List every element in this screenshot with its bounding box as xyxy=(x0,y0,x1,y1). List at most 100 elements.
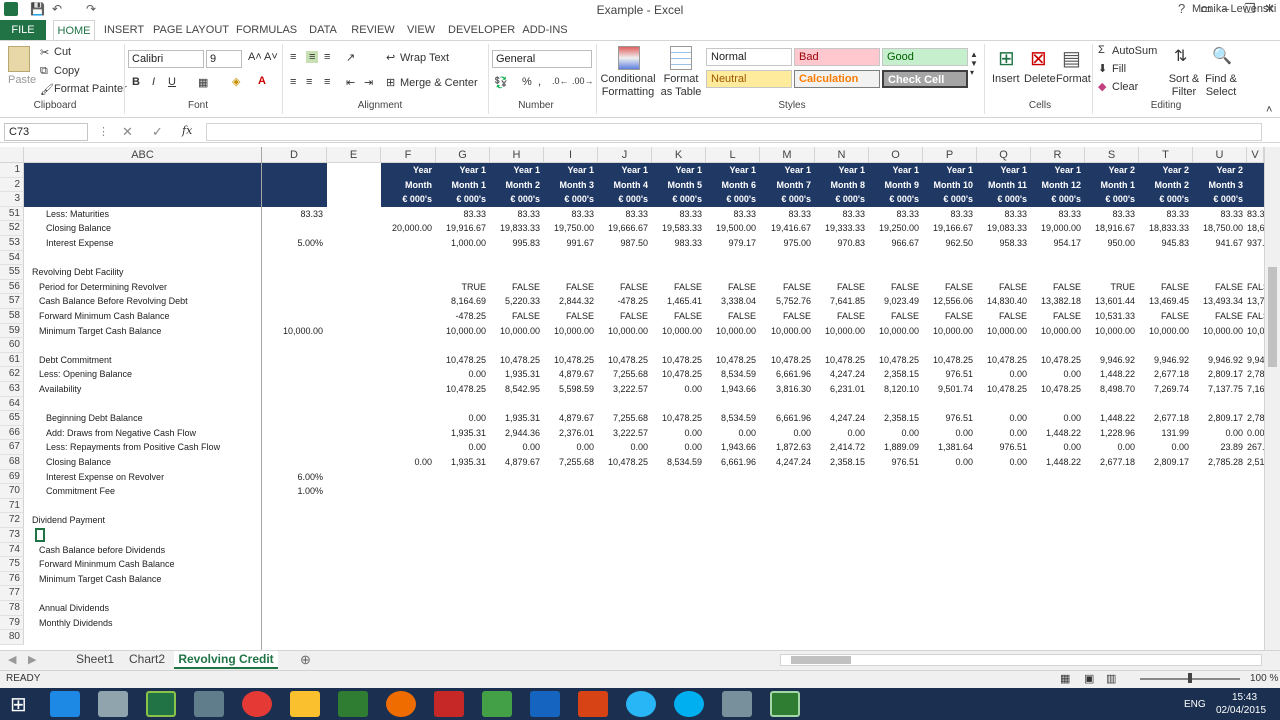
cell-e[interactable] xyxy=(262,572,327,587)
merge-center-button[interactable]: Merge & Center xyxy=(400,77,478,89)
data-cell[interactable]: 976.51 xyxy=(977,440,1031,455)
data-cell[interactable]: 83.33 xyxy=(652,207,706,222)
data-cell[interactable]: 2,944.36 xyxy=(490,426,544,441)
data-cell[interactable]: 976.51 xyxy=(923,367,977,382)
data-cell[interactable]: 962.50 xyxy=(923,236,977,251)
data-cell[interactable]: FALSE xyxy=(977,309,1031,324)
data-cell[interactable]: 3,222.57 xyxy=(598,426,652,441)
row-label[interactable]: Less: Opening Balance xyxy=(24,367,262,382)
row-label[interactable]: Forward Minimum Cash Balance xyxy=(24,309,262,324)
sort-filter-button[interactable]: Sort & Filter xyxy=(1166,73,1202,99)
data-cell[interactable]: 954.17 xyxy=(1031,236,1085,251)
data-cell[interactable]: 2,376.01 xyxy=(544,426,598,441)
copy-icon[interactable]: ⧉ xyxy=(40,65,48,78)
row-header[interactable]: 75 xyxy=(0,557,24,572)
data-cell[interactable]: 0.00 xyxy=(436,440,490,455)
data-cell[interactable]: 83.33 xyxy=(869,207,923,222)
windows-start-icon[interactable]: ⊞ xyxy=(10,692,27,717)
data-cell[interactable]: 976.51 xyxy=(923,411,977,426)
conditional-formatting-icon[interactable] xyxy=(618,46,640,70)
data-cell[interactable]: 10,000.00 xyxy=(977,324,1031,339)
format-cells-icon[interactable]: ▤ xyxy=(1062,46,1081,71)
increase-decimal-icon[interactable]: .0← xyxy=(552,76,569,86)
row-header[interactable]: 56 xyxy=(0,279,24,295)
data-cell[interactable]: 958.33 xyxy=(977,236,1031,251)
data-cell[interactable]: FALSE xyxy=(1139,309,1193,324)
data-cell[interactable]: 4,247.24 xyxy=(815,367,869,382)
cell-f[interactable] xyxy=(381,616,436,631)
data-cell[interactable]: 19,083.33 xyxy=(977,221,1031,236)
data-cell[interactable]: 23.89 xyxy=(1193,440,1247,455)
row-header[interactable]: 3 xyxy=(0,192,24,207)
data-cell[interactable]: 83.33 xyxy=(598,207,652,222)
cell-f[interactable] xyxy=(381,557,436,572)
data-cell[interactable]: 13,761.12 xyxy=(1247,294,1264,309)
format-painter-icon[interactable]: 🖌 xyxy=(40,83,54,96)
data-cell[interactable]: 0.00 xyxy=(652,382,706,397)
tab-view[interactable]: VIEW xyxy=(404,20,438,40)
tab-formulas[interactable]: FORMULAS xyxy=(236,20,297,40)
format-as-table-icon[interactable] xyxy=(670,46,692,70)
data-cell[interactable]: 0.00 xyxy=(436,411,490,426)
column-header[interactable]: R xyxy=(1031,147,1085,163)
insert-cells-icon[interactable]: ⊞ xyxy=(998,46,1015,71)
data-cell[interactable]: 0.00 xyxy=(923,455,977,470)
style-normal[interactable]: Normal xyxy=(706,48,792,66)
cell-e[interactable] xyxy=(262,426,327,441)
collapse-ribbon-icon[interactable]: ˄ xyxy=(1266,104,1272,116)
help-icon[interactable]: ? xyxy=(1178,1,1185,16)
cell-f[interactable] xyxy=(381,572,436,587)
find-select-button[interactable]: Find & Select xyxy=(1202,73,1240,99)
comma-icon[interactable]: , xyxy=(538,76,541,88)
data-cell[interactable]: 2,785.28 xyxy=(1247,411,1264,426)
data-cell[interactable]: 1,935.31 xyxy=(436,426,490,441)
data-cell[interactable]: 12,556.06 xyxy=(923,294,977,309)
cell-f[interactable] xyxy=(381,294,436,309)
delete-cells-button[interactable]: Delete xyxy=(1024,73,1056,85)
data-cell[interactable]: 9,946.92 xyxy=(1085,353,1139,368)
cell-e[interactable] xyxy=(262,455,327,470)
data-cell[interactable]: 10,478.25 xyxy=(652,411,706,426)
data-cell[interactable]: 8,498.70 xyxy=(1085,382,1139,397)
data-cell[interactable]: FALSE xyxy=(1247,309,1264,324)
data-cell[interactable]: 2,844.32 xyxy=(544,294,598,309)
select-all-corner[interactable] xyxy=(0,147,24,163)
row-label[interactable]: Availability xyxy=(24,382,262,397)
data-cell[interactable]: 979.17 xyxy=(706,236,760,251)
cell-f[interactable] xyxy=(381,353,436,368)
horizontal-scrollbar[interactable] xyxy=(780,654,1262,666)
data-cell[interactable]: 1,228.96 xyxy=(1085,426,1139,441)
row-header[interactable]: 60 xyxy=(0,338,24,353)
data-cell[interactable]: 10,531.33 xyxy=(1085,309,1139,324)
data-cell[interactable]: 10,478.25 xyxy=(1031,353,1085,368)
data-cell[interactable]: 9,501.74 xyxy=(923,382,977,397)
data-cell[interactable]: 995.83 xyxy=(490,236,544,251)
row-header[interactable]: 51 xyxy=(0,206,24,222)
data-cell[interactable]: 4,247.24 xyxy=(760,455,815,470)
cell-e[interactable] xyxy=(262,251,327,266)
data-cell[interactable]: 10,000.00 xyxy=(652,324,706,339)
data-cell[interactable]: FALSE xyxy=(706,280,760,295)
data-cell[interactable]: 941.67 xyxy=(1193,236,1247,251)
column-header[interactable]: J xyxy=(598,147,652,163)
row-label[interactable]: Commitment Fee xyxy=(24,484,262,499)
data-cell[interactable]: 83.33 xyxy=(1139,207,1193,222)
tab-add-ins[interactable]: ADD-INS xyxy=(518,20,572,40)
font-size-select[interactable]: 9 xyxy=(206,50,242,68)
fill-icon[interactable]: ⬇ xyxy=(1098,62,1107,75)
align-left-icon[interactable]: ≡ xyxy=(290,76,296,88)
data-cell[interactable]: 13,469.45 xyxy=(1139,294,1193,309)
data-cell[interactable]: TRUE xyxy=(1085,280,1139,295)
data-cell[interactable]: 19,416.67 xyxy=(760,221,815,236)
cell-f[interactable] xyxy=(381,324,436,339)
data-cell[interactable]: 10,478.25 xyxy=(436,382,490,397)
column-header[interactable]: U xyxy=(1193,147,1247,163)
data-cell[interactable]: TRUE xyxy=(436,280,490,295)
data-cell[interactable]: 267.78 xyxy=(1247,440,1264,455)
row-header[interactable]: 61 xyxy=(0,352,24,368)
data-cell[interactable]: FALSE xyxy=(652,280,706,295)
data-cell[interactable]: 10,478.25 xyxy=(490,353,544,368)
data-cell[interactable]: 13,601.44 xyxy=(1085,294,1139,309)
data-cell[interactable]: FALSE xyxy=(706,309,760,324)
data-cell[interactable]: FALSE xyxy=(869,309,923,324)
